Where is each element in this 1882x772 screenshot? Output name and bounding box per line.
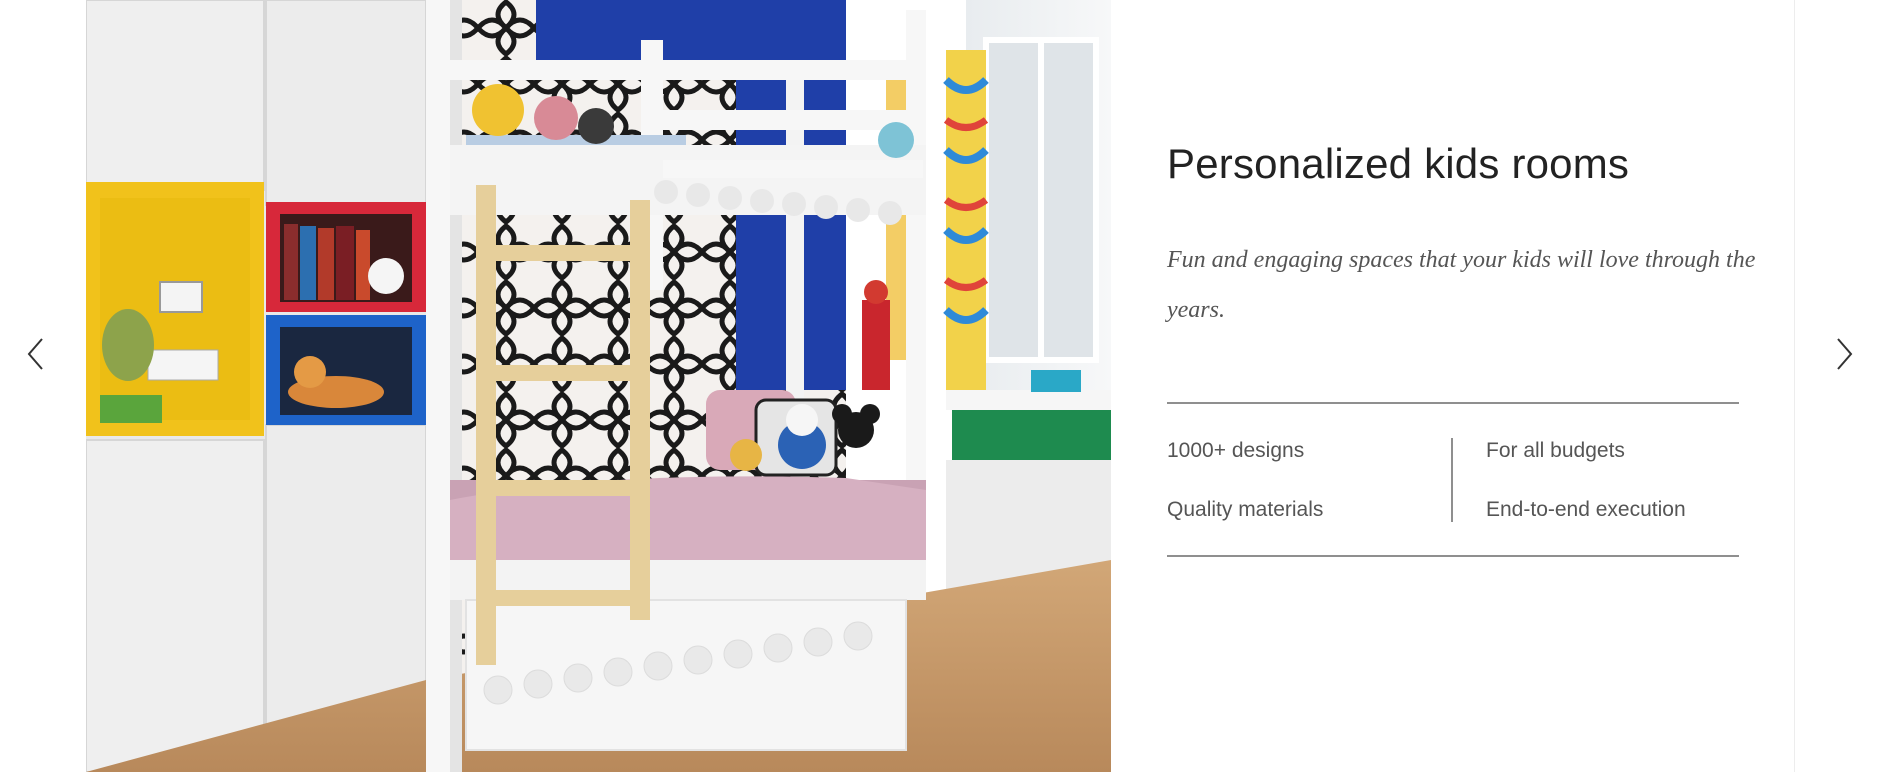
slide-title: Personalized kids rooms [1167, 140, 1630, 187]
slide-subtitle: Fun and engaging spaces that your kids w… [1167, 247, 1756, 323]
features-column-divider [1451, 438, 1453, 522]
feature-materials: Quality materials [1167, 498, 1324, 521]
chevron-right-icon [1837, 338, 1853, 370]
feature-designs: 1000+ designs [1167, 439, 1305, 462]
card-edge-divider [1794, 0, 1795, 772]
feature-execution: End-to-end execution [1486, 498, 1686, 521]
carousel-prev-button[interactable] [18, 336, 54, 372]
feature-budgets: For all budgets [1486, 439, 1625, 462]
carousel-next-button[interactable] [1826, 336, 1862, 372]
kids-room-illustration [86, 0, 1111, 772]
slide-content: Personalized kids rooms Fun and engaging… [1167, 0, 1787, 772]
kids-room-photo [86, 0, 1111, 772]
features-top-rule [1167, 402, 1739, 404]
chevron-left-icon [27, 338, 43, 370]
kids-room-slide: Personalized kids rooms Fun and engaging… [0, 0, 1882, 772]
features-bottom-rule [1167, 555, 1739, 557]
